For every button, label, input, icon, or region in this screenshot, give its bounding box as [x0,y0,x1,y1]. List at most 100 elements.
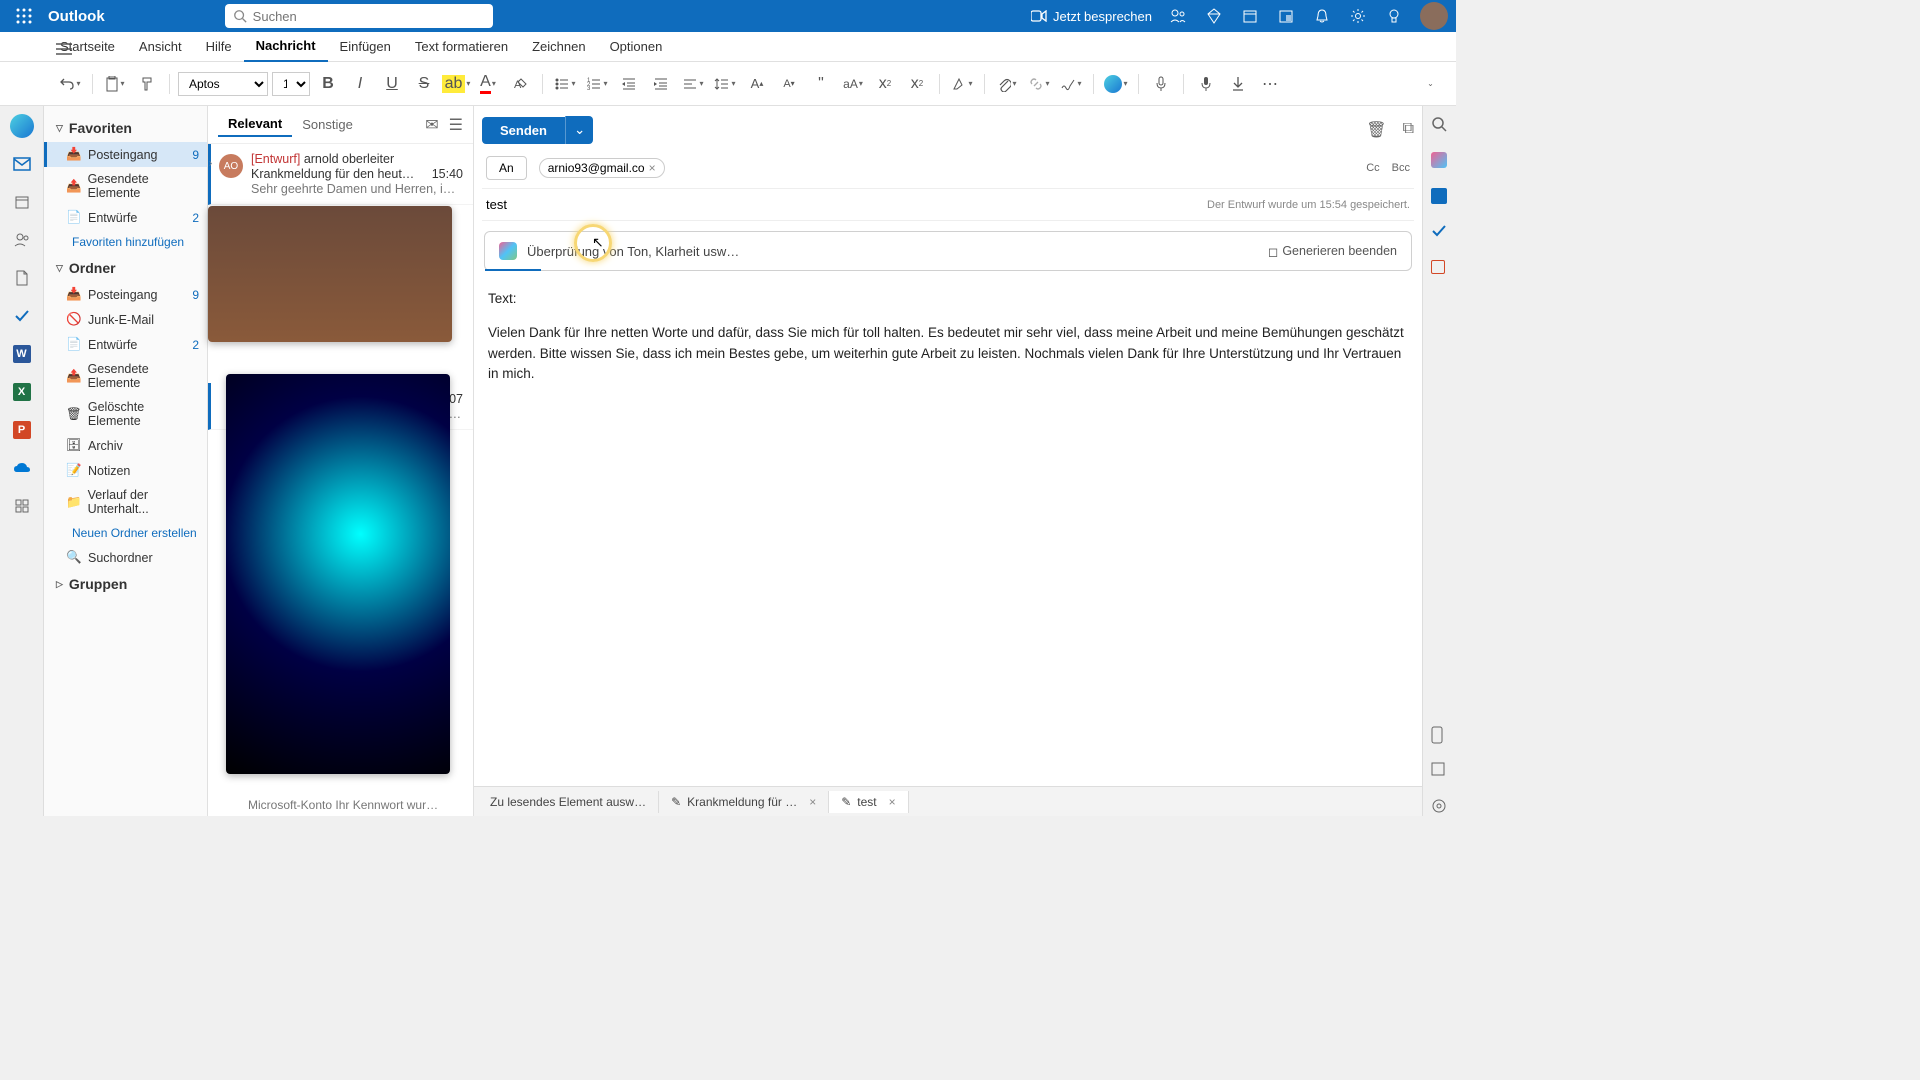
hamburger-icon[interactable] [56,42,72,61]
styles-button[interactable]: ▾ [948,70,976,98]
tab-einfuegen[interactable]: Einfügen [328,32,403,62]
tab-nachricht[interactable]: Nachricht [244,32,328,62]
nav-folder-junk[interactable]: 🚫Junk-E-Mail [44,307,207,332]
tab-hilfe[interactable]: Hilfe [194,32,244,62]
new-folder-link[interactable]: Neuen Ordner erstellen [44,521,207,545]
diamond-icon[interactable] [1204,6,1224,26]
bottom-tab-test[interactable]: ✎test× [829,791,908,813]
underline-button[interactable]: U [378,70,406,98]
send-options-button[interactable]: ⌄ [565,116,593,144]
paste-button[interactable]: ▾ [101,70,129,98]
nav-item-entwuerfe[interactable]: 📄Entwürfe2 [44,205,207,230]
signature-button[interactable]: ▾ [1057,70,1085,98]
tab-text-formatieren[interactable]: Text formatieren [403,32,520,62]
folders-section[interactable]: ▽Ordner [44,254,207,282]
favorites-section[interactable]: ▽Favoriten [44,114,207,142]
email-body[interactable]: Text: Vielen Dank für Ihre netten Worte … [482,281,1414,406]
excel-rail-icon[interactable]: X [10,380,34,404]
todo-right-icon[interactable] [1431,224,1449,242]
bullets-button[interactable]: ▾ [551,70,579,98]
settings-icon[interactable] [1348,6,1368,26]
discard-icon[interactable]: 🗑 [1366,120,1386,140]
nav-folder-entwuerfe[interactable]: 📄Entwürfe2 [44,332,207,357]
font-size-select[interactable]: 12 [272,72,310,96]
files-rail-icon[interactable] [10,266,34,290]
tab-relevant[interactable]: Relevant [218,112,292,137]
decrease-font-button[interactable]: A▾ [775,70,803,98]
link-button[interactable]: ▾ [1025,70,1053,98]
search-box[interactable] [225,4,493,28]
quote-button[interactable]: " [807,70,835,98]
format-painter-button[interactable] [133,70,161,98]
align-button[interactable]: ▾ [679,70,707,98]
to-button[interactable]: An [486,156,527,180]
powerpoint-rail-icon[interactable]: P [10,418,34,442]
message-item[interactable]: › AO [Entwurf] arnold oberleiter Krankme… [208,144,473,205]
numbering-button[interactable]: 123▾ [583,70,611,98]
search-rail-icon[interactable] [1431,116,1449,134]
stop-generating-button[interactable]: ◻ Generieren beenden [1268,244,1397,259]
clear-format-button[interactable]: A [506,70,534,98]
send-button[interactable]: Senden [482,117,565,144]
mark-read-icon[interactable]: ✉ [425,115,438,135]
subject-input[interactable] [486,197,1207,212]
tab-optionen[interactable]: Optionen [598,32,675,62]
nav-folder-verlauf[interactable]: 📁Verlauf der Unterhalt... [44,483,207,521]
copilot-right-icon[interactable] [1431,152,1449,170]
font-name-select[interactable]: Aptos [178,72,268,96]
cc-button[interactable]: Cc [1366,162,1379,174]
bcc-button[interactable]: Bcc [1392,162,1410,174]
nav-folder-notizen[interactable]: 📝Notizen [44,458,207,483]
filter-icon[interactable]: ☰ [449,115,463,135]
nav-folder-suchordner[interactable]: 🔍Suchordner [44,545,207,570]
immersive-button[interactable] [1192,70,1220,98]
copilot-button[interactable]: ▾ [1102,70,1130,98]
phone-right-icon[interactable] [1431,726,1449,744]
ribbon-expand-icon[interactable]: ⌄ [1416,70,1444,98]
change-case-button[interactable]: aA▾ [839,70,867,98]
tab-zeichnen[interactable]: Zeichnen [520,32,597,62]
dictate-button[interactable] [1147,70,1175,98]
increase-font-button[interactable]: A▴ [743,70,771,98]
search-input[interactable] [253,9,485,24]
onedrive-rail-icon[interactable] [10,456,34,480]
nav-folder-gesendete[interactable]: 📤Gesendete Elemente [44,357,207,395]
todo-rail-icon[interactable] [10,304,34,328]
groups-section[interactable]: ▷Gruppen [44,570,207,598]
nav-folder-posteingang[interactable]: 📥Posteingang9 [44,282,207,307]
close-icon[interactable]: × [809,795,816,809]
popout-icon[interactable]: ⧉ [1403,120,1414,140]
teams-icon[interactable] [1168,6,1188,26]
bold-button[interactable]: B [314,70,342,98]
tips-icon[interactable] [1384,6,1404,26]
nav-folder-archiv[interactable]: 🗄Archiv [44,433,207,458]
outdent-button[interactable] [615,70,643,98]
superscript-button[interactable]: x2 [903,70,931,98]
copilot-rail-icon[interactable] [10,114,34,138]
more-apps-rail-icon[interactable] [10,494,34,518]
font-color-button[interactable]: A▾ [474,70,502,98]
nav-item-gesendete[interactable]: 📤Gesendete Elemente [44,167,207,205]
undo-button[interactable]: ▾ [56,70,84,98]
add-favorite-link[interactable]: Favoriten hinzufügen [44,230,207,254]
settings-right-icon[interactable] [1431,798,1449,816]
expand-right-icon[interactable] [1431,762,1449,780]
calendar-rail-icon[interactable] [10,190,34,214]
strikethrough-button[interactable]: S [410,70,438,98]
remove-recipient-icon[interactable]: × [649,161,656,175]
app-launcher-icon[interactable] [8,0,40,32]
nav-item-posteingang[interactable]: 📥Posteingang9 [44,142,207,167]
calendar-day-icon[interactable] [1240,6,1260,26]
contacts-right-icon[interactable] [1431,260,1449,278]
recipient-chip[interactable]: arnio93@gmail.co × [539,158,665,178]
highlight-button[interactable]: ab▾ [442,70,470,98]
attach-button[interactable]: ▾ [993,70,1021,98]
word-rail-icon[interactable]: W [10,342,34,366]
user-avatar[interactable] [1420,2,1448,30]
close-icon[interactable]: × [889,795,896,809]
download-button[interactable] [1224,70,1252,98]
bottom-tab-reading[interactable]: Zu lesendes Element ausw… [478,791,659,813]
calendar-right-icon[interactable] [1431,188,1449,206]
notifications-icon[interactable] [1312,6,1332,26]
subscript-button[interactable]: x2 [871,70,899,98]
